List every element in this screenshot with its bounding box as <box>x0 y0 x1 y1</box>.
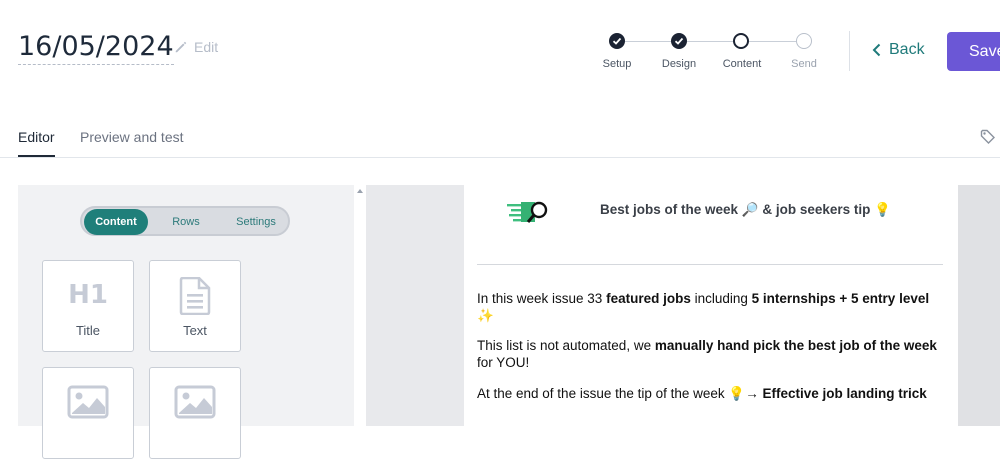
manual-text-end: for YOU! <box>477 355 530 370</box>
tag-icon[interactable] <box>980 129 996 145</box>
block-image[interactable] <box>149 367 241 459</box>
stepper-connector <box>625 41 672 42</box>
tab-editor[interactable]: Editor <box>18 129 55 145</box>
step-content-label: Content <box>722 58 762 70</box>
intro-text-mid: including <box>690 291 752 306</box>
document-text-icon <box>179 277 211 315</box>
step-send-dot[interactable] <box>796 33 812 49</box>
tabs-divider <box>0 157 1000 158</box>
chevron-left-icon <box>872 43 881 57</box>
step-setup-label: Setup <box>602 58 632 70</box>
block-text[interactable]: Text <box>149 260 241 352</box>
step-design-label: Design <box>661 58 697 70</box>
stepper-connector <box>687 41 734 42</box>
segment-settings[interactable]: Settings <box>226 209 286 235</box>
h1-icon: H1 <box>68 280 108 308</box>
job-search-logo-icon <box>507 201 548 223</box>
edit-label: Edit <box>194 39 219 55</box>
newsletter-date-title[interactable]: 16/05/2024 <box>18 30 174 65</box>
intro-bold-internships: 5 internships + 5 entry level <box>751 291 930 306</box>
intro-text: In this week issue 33 <box>477 291 607 306</box>
preview-side-gutter <box>958 185 1000 426</box>
back-label: Back <box>889 41 925 58</box>
step-content-dot[interactable] <box>733 33 749 49</box>
manual-bold: manually hand pick the best job of the w… <box>654 338 937 353</box>
back-button[interactable]: Back <box>872 41 925 59</box>
scroll-up-arrow-icon[interactable] <box>357 189 363 193</box>
header-divider <box>849 31 850 71</box>
pencil-icon <box>175 41 187 53</box>
block-text-label: Text <box>183 323 207 338</box>
block-title-label: Title <box>75 323 101 338</box>
tip-bold: Effective job landing trick <box>762 386 927 401</box>
block-image[interactable] <box>42 367 134 459</box>
email-divider <box>477 264 943 265</box>
email-title[interactable]: Best jobs of the week 🔎 & job seekers ti… <box>600 202 891 218</box>
step-setup-dot[interactable] <box>609 33 625 49</box>
manual-text: This list is not automated, we <box>477 338 655 353</box>
tab-preview-and-test[interactable]: Preview and test <box>80 129 184 145</box>
svg-text:H1: H1 <box>68 280 108 308</box>
tip-text: At the end of the issue the tip of the w… <box>477 386 763 401</box>
step-send-label: Send <box>791 58 817 70</box>
step-design-dot[interactable] <box>671 33 687 49</box>
email-paragraph-intro[interactable]: In this week issue 33 featured jobs incl… <box>477 290 937 324</box>
stepper-connector <box>749 41 796 42</box>
save-button[interactable]: Save <box>947 32 1000 71</box>
check-icon <box>612 37 622 45</box>
panel-scrollbar[interactable] <box>354 185 366 426</box>
block-title[interactable]: H1 Title <box>42 260 134 352</box>
edit-title-button[interactable]: Edit <box>174 39 218 55</box>
image-icon <box>174 385 216 419</box>
email-paragraph-tip[interactable]: At the end of the issue the tip of the w… <box>477 385 937 402</box>
check-icon <box>674 37 684 45</box>
intro-bold-featured: featured jobs <box>606 291 691 306</box>
email-paragraph-manual[interactable]: This list is not automated, we manually … <box>477 337 937 371</box>
image-icon <box>67 385 109 419</box>
panel-segmented-control: Content Rows Settings <box>80 206 290 236</box>
sparkles-emoji: ✨ <box>477 308 494 323</box>
segment-content[interactable]: Content <box>84 209 148 235</box>
segment-rows[interactable]: Rows <box>158 209 214 235</box>
